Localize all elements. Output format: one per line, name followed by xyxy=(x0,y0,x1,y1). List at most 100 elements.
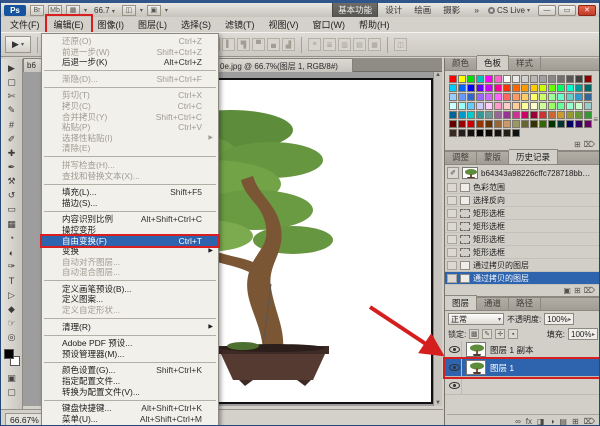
color-swatch[interactable] xyxy=(521,111,529,119)
color-swatch[interactable] xyxy=(476,102,484,110)
opacity-input[interactable]: 100% ▸ xyxy=(544,313,575,325)
menu-bar-item[interactable]: 图像(I) xyxy=(91,16,132,33)
foreground-color-chip[interactable] xyxy=(4,348,14,359)
layer-row[interactable]: 图层 1 副本 xyxy=(445,341,599,359)
color-swatch[interactable] xyxy=(530,120,538,128)
scroll-down-icon[interactable]: ▼ xyxy=(435,400,441,406)
color-swatch[interactable] xyxy=(449,102,457,110)
tool-button[interactable]: ▦ xyxy=(3,217,21,231)
menu-item[interactable]: 操控变形 xyxy=(42,225,218,236)
distribute-icon[interactable]: ▥ xyxy=(338,38,351,51)
adjustment-layer-icon[interactable]: ◑ xyxy=(550,417,555,425)
menu-item[interactable]: 键盘快捷键... Alt+Shift+Ctrl+K xyxy=(42,403,218,414)
cs-live-button[interactable]: CS Live ▾ xyxy=(487,6,530,15)
menu-bar-item[interactable]: 图层(L) xyxy=(131,16,174,33)
color-swatch[interactable] xyxy=(485,75,493,83)
layer-row[interactable]: 图层 1 xyxy=(445,359,599,377)
screen-mode-toggle-icon[interactable]: ▢ xyxy=(7,387,16,398)
tool-button[interactable]: ✑ xyxy=(3,260,21,274)
color-swatch[interactable] xyxy=(584,84,592,92)
color-swatch[interactable] xyxy=(530,93,538,101)
history-state-row[interactable]: 选择反向 xyxy=(445,194,599,207)
history-source-checkbox[interactable] xyxy=(447,260,457,270)
color-swatch[interactable] xyxy=(512,84,520,92)
color-swatch[interactable] xyxy=(548,111,556,119)
menu-item[interactable] xyxy=(44,318,216,320)
color-swatch[interactable] xyxy=(557,120,565,128)
menu-item[interactable]: 定义图案... xyxy=(42,294,218,305)
tool-button[interactable]: ↺ xyxy=(3,189,21,203)
color-swatch[interactable] xyxy=(458,93,466,101)
color-swatch[interactable] xyxy=(494,129,502,137)
history-source-checkbox[interactable] xyxy=(447,182,457,192)
color-swatch[interactable] xyxy=(485,84,493,92)
color-swatch[interactable] xyxy=(539,120,547,128)
color-swatch[interactable] xyxy=(548,120,556,128)
color-swatch[interactable] xyxy=(503,75,511,83)
menu-item[interactable] xyxy=(44,280,216,282)
menu-item[interactable]: Adobe PDF 预设... xyxy=(42,338,218,349)
align-icon[interactable]: ▄ xyxy=(267,38,280,51)
workspace-button[interactable]: 摄影 xyxy=(438,3,465,17)
lock-all-icon[interactable]: ▪ xyxy=(508,329,519,339)
menu-bar-item[interactable]: 滤镜(T) xyxy=(218,16,262,33)
color-swatch[interactable] xyxy=(512,93,520,101)
tool-button[interactable]: ✚ xyxy=(3,146,21,160)
tool-button[interactable]: ✄ xyxy=(3,89,21,103)
distribute-icon[interactable]: ▤ xyxy=(353,38,366,51)
color-swatch[interactable] xyxy=(521,75,529,83)
color-swatch[interactable] xyxy=(458,75,466,83)
color-swatch[interactable] xyxy=(476,120,484,128)
layer-row[interactable] xyxy=(445,377,599,395)
color-swatch[interactable] xyxy=(476,93,484,101)
layer-mask-icon[interactable]: ◨ xyxy=(537,417,545,425)
color-swatch[interactable] xyxy=(503,84,511,92)
color-swatch[interactable] xyxy=(476,111,484,119)
color-swatch[interactable] xyxy=(548,93,556,101)
bridge-icon[interactable]: Br xyxy=(30,4,44,16)
tool-button[interactable]: ◎ xyxy=(3,331,21,345)
menu-item[interactable]: 还原(O) Ctrl+Z xyxy=(42,36,218,47)
delete-layer-icon[interactable]: ⌦ xyxy=(584,417,595,425)
color-swatch[interactable] xyxy=(467,84,475,92)
color-swatch[interactable] xyxy=(530,111,538,119)
tool-preset-picker[interactable]: ▶ ▾ xyxy=(5,36,31,53)
color-swatch[interactable] xyxy=(566,120,574,128)
color-swatch[interactable] xyxy=(566,111,574,119)
tool-button[interactable]: ✐ xyxy=(3,132,21,146)
menu-item[interactable] xyxy=(44,86,216,88)
align-icon[interactable]: ▜ xyxy=(237,38,250,51)
tool-button[interactable]: ⚒ xyxy=(3,175,21,189)
tool-button[interactable]: ◐ xyxy=(3,245,21,259)
panel-menu-icon[interactable]: ≡ xyxy=(593,115,598,124)
tool-button[interactable]: ✒ xyxy=(3,160,21,174)
color-swatch[interactable] xyxy=(485,93,493,101)
menu-item[interactable]: 查找和替换文本(X)... xyxy=(42,171,218,182)
align-icon[interactable]: ▟ xyxy=(282,38,295,51)
visibility-toggle[interactable] xyxy=(447,359,462,376)
menu-item[interactable]: 填充(L)... Shift+F5 xyxy=(42,187,218,198)
history-state-row[interactable]: 通过拷贝的图层 xyxy=(445,259,599,272)
delete-swatch-icon[interactable]: ⌦ xyxy=(584,140,595,149)
color-swatch[interactable] xyxy=(521,84,529,92)
menu-item[interactable]: 清除(E) xyxy=(42,143,218,154)
view-extras-icon[interactable]: ▦ xyxy=(66,4,80,16)
color-swatch[interactable] xyxy=(485,102,493,110)
color-swatch[interactable] xyxy=(575,93,583,101)
menu-item[interactable] xyxy=(44,334,216,336)
menu-item[interactable] xyxy=(44,210,216,212)
color-swatch[interactable] xyxy=(449,75,457,83)
menu-item[interactable]: 前进一步(W) Shift+Ctrl+Z xyxy=(42,47,218,58)
screen-mode-icon[interactable]: ▣ xyxy=(146,4,161,16)
menu-item[interactable] xyxy=(44,183,216,185)
color-swatch[interactable] xyxy=(521,93,529,101)
color-swatch[interactable] xyxy=(449,120,457,128)
lock-pixels-icon[interactable]: ✎ xyxy=(482,329,493,339)
color-swatch[interactable] xyxy=(530,75,538,83)
color-swatch[interactable] xyxy=(566,93,574,101)
color-swatch[interactable] xyxy=(539,93,547,101)
menu-item[interactable] xyxy=(44,70,216,72)
menu-item[interactable]: 清理(R) xyxy=(42,322,218,333)
color-swatch[interactable] xyxy=(512,75,520,83)
mini-bridge-icon[interactable]: Mb xyxy=(48,4,62,16)
